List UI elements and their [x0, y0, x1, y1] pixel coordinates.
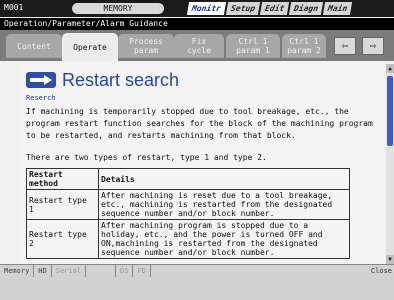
help-title: Restart search [62, 69, 180, 90]
menu-edit[interactable]: Edit [259, 2, 290, 15]
tab-process-param-label: Process param [129, 37, 163, 55]
previous-page-button[interactable]: ⇦ [334, 37, 356, 55]
scrollbar-thumb[interactable] [387, 76, 393, 146]
arrow-right-icon [26, 72, 56, 88]
arrow-left-icon: ⇦ [341, 39, 349, 52]
close-button[interactable]: Close [371, 265, 392, 277]
status-tabs: Memory HD Serial DS FD [0, 265, 394, 277]
table-row: Restart type 2 After machining program i… [26, 219, 350, 259]
table-header-details: Details [98, 168, 350, 190]
main-menu-tabs: Monitr Setup Edit Diagn Main [186, 2, 354, 15]
restart-type-2: Restart type 2 [26, 219, 99, 259]
status-blank [86, 265, 117, 277]
tab-operate[interactable]: Operate [62, 33, 118, 61]
menu-setup[interactable]: Setup [225, 2, 261, 15]
status-ds[interactable]: DS [116, 265, 134, 277]
status-serial[interactable]: Serial [52, 265, 87, 277]
table-header-row: Restart method Details [26, 168, 350, 190]
menu-main[interactable]: Main [323, 2, 353, 15]
mode-indicator: MEMORY [72, 3, 164, 14]
restart-types-table: Restart method Details Restart type 1 Af… [26, 168, 350, 259]
window-title: Operation/Parameter/Alarm Guidance [0, 18, 394, 30]
restart-type-1: Restart type 1 [26, 189, 99, 220]
top-status-bar: M001 MEMORY Monitr Setup Edit Diagn Main [0, 0, 394, 17]
tab-ctrl-param-1-label: Ctrl 1 param 1 [236, 37, 270, 55]
help-paragraph-2: There are two types of restart, type 1 a… [26, 153, 267, 162]
menu-monitor[interactable]: Monitr [186, 2, 227, 15]
tab-fix-cycle-label: Fix cycle [186, 37, 212, 55]
tab-fix-cycle[interactable]: Fix cycle [174, 34, 224, 58]
next-page-button[interactable]: ⇨ [362, 37, 384, 55]
table-row: Restart type 1 After machining is reset … [26, 189, 350, 220]
help-paragraph-1: If machining is temporarily stopped due … [26, 107, 373, 140]
scroll-down-icon[interactable]: ▼ [386, 255, 394, 264]
tab-content[interactable]: Content [6, 34, 62, 58]
program-number: M001 [4, 3, 24, 12]
menu-diagn[interactable]: Diagn [289, 2, 324, 15]
help-subtitle: Reserch [26, 94, 56, 102]
tab-ctrl-param-2[interactable]: Ctrl 1 param 2 [282, 34, 326, 58]
status-hd[interactable]: HD [34, 265, 52, 277]
arrow-right-icon: ⇨ [369, 39, 377, 52]
vertical-scrollbar[interactable]: ▲ ▼ [386, 64, 394, 264]
restart-type-2-details: After machining program is stopped due t… [98, 219, 350, 259]
tab-process-param[interactable]: Process param [118, 34, 174, 58]
status-memory[interactable]: Memory [0, 265, 35, 277]
bottom-status-bar: Memory HD Serial DS FD Close [0, 264, 394, 300]
tab-ctrl-param-1[interactable]: Ctrl 1 param 1 [226, 34, 280, 58]
tab-ctrl-param-2-label: Ctrl 1 param 2 [287, 37, 321, 55]
help-content: Restart search Reserch If machining is t… [22, 62, 384, 263]
status-fd[interactable]: FD [133, 265, 151, 277]
scroll-up-icon[interactable]: ▲ [386, 64, 394, 73]
table-header-method: Restart method [26, 168, 99, 190]
help-heading: Restart search [26, 68, 179, 92]
tab-row: Content Operate Process param Fix cycle … [0, 30, 394, 61]
restart-type-1-details: After machining is reset due to a tool b… [98, 189, 350, 220]
